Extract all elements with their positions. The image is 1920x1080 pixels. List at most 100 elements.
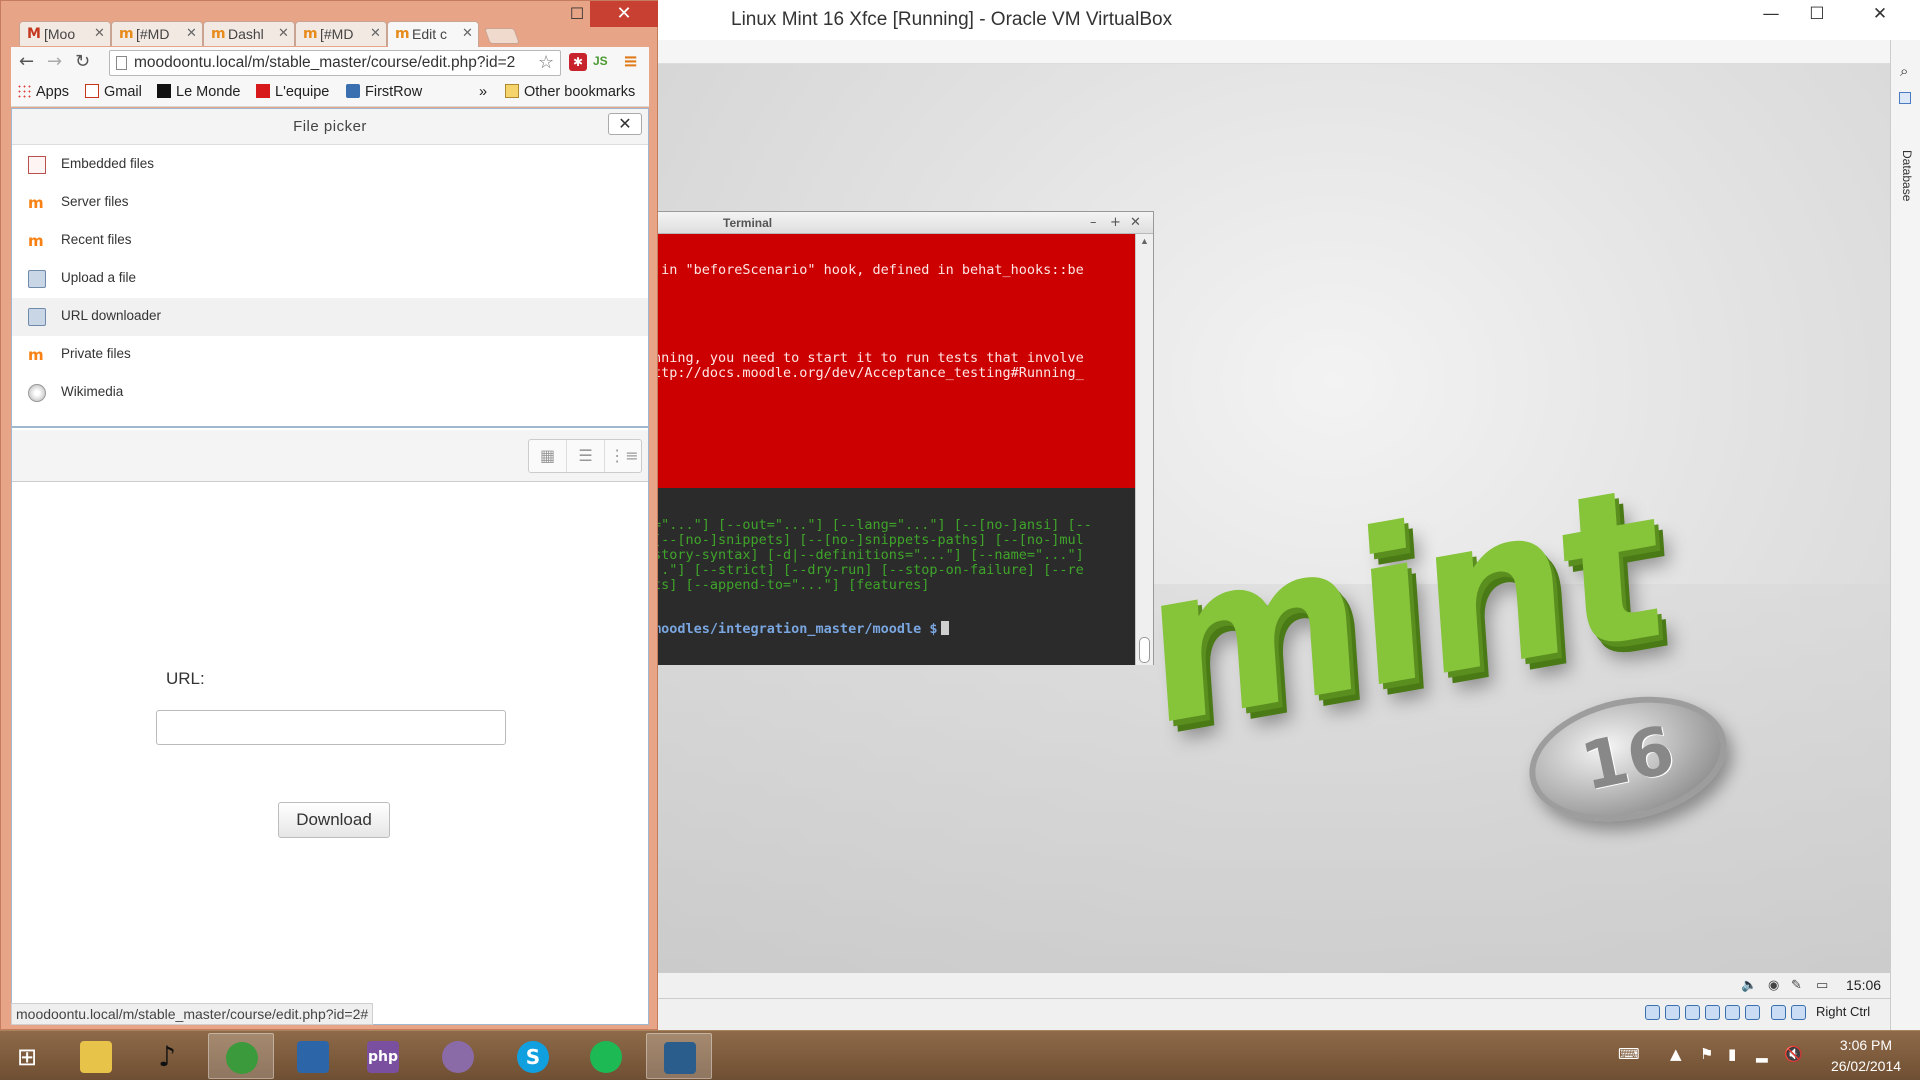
repository-url-downloader[interactable]: URL downloader (12, 298, 648, 336)
other-bookmarks-folder[interactable]: Other bookmarks (505, 84, 635, 100)
vbox-maximize-button[interactable]: ☐ (1794, 0, 1840, 30)
browser-tab[interactable]: m [#MD ✕ (295, 21, 387, 46)
new-tab-button[interactable] (484, 28, 520, 44)
display-status-icon[interactable] (1745, 1005, 1760, 1020)
taskbar-app-phpstorm[interactable]: php (350, 1033, 416, 1079)
terminal-usage-line: story-syntax] [-d|--definitions="..."] [… (653, 547, 1084, 563)
network-signal-icon[interactable]: ▂ (1756, 1045, 1768, 1063)
taskbar-app-chrome[interactable] (208, 1033, 274, 1079)
terminal-minimize-button[interactable]: – (1090, 212, 1097, 233)
url-downloader-icon (28, 308, 46, 326)
optical-drive-status-icon[interactable] (1665, 1005, 1680, 1020)
tab-close-icon[interactable]: ✕ (370, 25, 381, 41)
terminal-maximize-button[interactable]: + (1110, 212, 1121, 233)
battery-icon[interactable]: ▭ (1816, 978, 1828, 993)
tree-view-icon[interactable]: ⋮≡ (605, 440, 643, 472)
windows-start-icon[interactable]: ⊞ (12, 1042, 42, 1072)
address-bar-url[interactable]: moodoontu.local/m/stable_master/course/e… (134, 54, 534, 72)
taskbar-app-xojo[interactable] (646, 1033, 712, 1079)
vm-guest-screen[interactable]: mint 16 Terminal – + ✕ in "beforeScenari… (653, 64, 1891, 972)
database-tab-label[interactable]: Database (1894, 150, 1914, 201)
terminal-output[interactable]: ="..."] [--out="..."] [--lang="..."] [--… (653, 488, 1135, 665)
page-icon (116, 56, 127, 70)
keyboard-capture-status-icon[interactable] (1791, 1005, 1806, 1020)
browser-tab[interactable]: m [#MD ✕ (111, 21, 203, 46)
bookmark-label: Apps (36, 84, 70, 100)
terminal-prompt-line[interactable]: moodles/integration_master/moodle $ (653, 621, 1135, 637)
file-picker-toolbar: ▦ ☰ ⋮≡ (12, 430, 648, 482)
bookmark-firstrow[interactable]: FirstRow (346, 84, 422, 100)
apps-grid-icon (17, 84, 31, 98)
pidgin-icon (442, 1041, 474, 1073)
browser-tab[interactable]: M [Moo ✕ (19, 21, 111, 46)
terminal-scroll-thumb[interactable] (1139, 637, 1150, 663)
volume-muted-icon[interactable]: 🔇 (1784, 1045, 1803, 1063)
scroll-up-arrow-icon[interactable]: ▲ (1140, 236, 1149, 246)
folder-icon (505, 84, 519, 98)
repository-server-files[interactable]: m Server files (12, 184, 648, 222)
bookmark-star-icon[interactable]: ☆ (538, 52, 554, 73)
repository-recent-files[interactable]: m Recent files (12, 222, 648, 260)
tab-close-icon[interactable]: ✕ (186, 25, 197, 41)
extension-icon[interactable]: ✱ (569, 53, 587, 71)
repository-embedded-files[interactable]: Embedded files (12, 146, 648, 184)
taskbar-app-music[interactable]: ♪ (134, 1033, 200, 1079)
taskbar-app-file-explorer[interactable] (63, 1033, 129, 1079)
bookmark-le-monde[interactable]: Le Monde (157, 84, 241, 100)
update-shield-icon[interactable]: ◉ (1768, 978, 1779, 993)
forward-arrow-icon[interactable]: → (47, 51, 62, 72)
back-arrow-icon[interactable]: ← (19, 51, 34, 72)
usb-status-icon[interactable] (1705, 1005, 1720, 1020)
keyboard-icon[interactable]: ⌨ (1618, 1045, 1640, 1063)
taskbar-date[interactable]: 26/02/2014 (1826, 1058, 1906, 1074)
reload-icon[interactable]: ↻ (75, 51, 90, 72)
list-view-icon[interactable]: ☰ (567, 440, 605, 472)
vbox-close-button[interactable]: ✕ (1840, 0, 1920, 30)
bookmarks-overflow-button[interactable]: » (479, 84, 487, 100)
bookmark-lequipe[interactable]: L'equipe (256, 84, 329, 100)
terminal-titlebar[interactable]: Terminal – + ✕ (653, 212, 1153, 234)
network-tool-icon[interactable]: ✎ (1791, 978, 1802, 993)
repository-private-files[interactable]: m Private files (12, 336, 648, 374)
icons-view-icon[interactable]: ▦ (529, 440, 567, 472)
status-bubble-url: moodoontu.local/m/stable_master/course/e… (11, 1003, 374, 1025)
vbox-minimize-button[interactable]: — (1748, 0, 1794, 30)
virtualbox-window: Linux Mint 16 Xfce [Running] - Oracle VM… (652, 0, 1920, 1030)
chrome-icon (226, 1042, 258, 1074)
terminal-window[interactable]: Terminal – + ✕ in "beforeScenario" hook,… (653, 211, 1154, 665)
tab-close-icon[interactable]: ✕ (278, 25, 289, 41)
menu-icon[interactable]: ≡ (623, 51, 638, 72)
download-button[interactable]: Download (278, 802, 390, 838)
power-icon[interactable]: ▮ (1728, 1045, 1736, 1063)
taskbar-app-skype[interactable]: S (500, 1033, 566, 1079)
terminal-scrollbar[interactable]: ▲ (1135, 234, 1153, 665)
address-bar[interactable]: moodoontu.local/m/stable_master/course/e… (109, 50, 561, 76)
taskbar-app-pidgin[interactable] (425, 1033, 491, 1079)
tab-close-icon[interactable]: ✕ (462, 25, 473, 41)
tab-close-icon[interactable]: ✕ (94, 25, 105, 41)
taskbar-time[interactable]: 3:06 PM (1826, 1037, 1906, 1053)
taskbar-app-spotify[interactable] (573, 1033, 639, 1079)
js-extension-icon[interactable]: JS (593, 54, 608, 68)
browser-tab[interactable]: m Dashl ✕ (203, 21, 295, 46)
terminal-close-button[interactable]: ✕ (1130, 212, 1141, 233)
file-picker-close-button[interactable]: ✕ (608, 113, 642, 135)
tab-title: [#MD (136, 26, 170, 42)
network-status-icon[interactable] (1685, 1005, 1700, 1020)
shared-folders-status-icon[interactable] (1725, 1005, 1740, 1020)
harddisk-status-icon[interactable] (1645, 1005, 1660, 1020)
bookmark-apps[interactable]: Apps (17, 84, 69, 100)
browser-tab-active[interactable]: m Edit c ✕ (387, 21, 479, 47)
mouse-integration-status-icon[interactable] (1771, 1005, 1786, 1020)
search-icon[interactable]: ⌕ (1900, 62, 1908, 80)
repository-wikimedia[interactable]: Wikimedia (12, 374, 648, 412)
repository-upload-a-file[interactable]: Upload a file (12, 260, 648, 298)
volume-icon[interactable]: 🔈 (1741, 978, 1757, 993)
bookmark-gmail[interactable]: Gmail (85, 84, 142, 100)
show-hidden-icons-icon[interactable]: ▲ (1670, 1045, 1682, 1063)
url-input[interactable] (156, 710, 506, 745)
taskbar-app-virtualbox[interactable] (280, 1033, 346, 1079)
chrome-close-button[interactable]: ✕ (590, 1, 658, 27)
database-icon[interactable] (1899, 92, 1911, 104)
action-center-flag-icon[interactable]: ⚑ (1700, 1045, 1713, 1063)
